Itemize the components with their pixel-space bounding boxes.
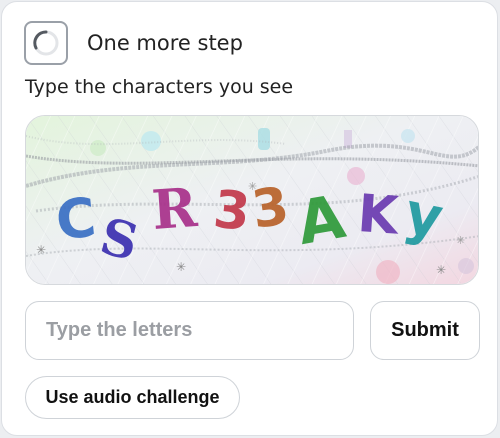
svg-text:✳: ✳ [436,263,446,277]
captcha-char-1: C [53,186,99,253]
loading-spinner-icon [24,21,68,65]
captcha-image: CSR33AKy ✳ ✳ ✳ ✳ ✳ [25,115,479,285]
captcha-char-3: R [150,175,200,242]
svg-text:✳: ✳ [456,234,465,247]
captcha-answer-input[interactable] [25,301,354,360]
header-title: One more step [87,31,243,55]
svg-text:✳: ✳ [248,180,257,193]
captcha-card: One more step Type the characters you se… [1,1,498,436]
captcha-header: One more step [24,21,243,65]
submit-button[interactable]: Submit [370,301,480,360]
audio-challenge-button[interactable]: Use audio challenge [25,376,240,419]
svg-text:✳: ✳ [176,260,186,274]
svg-text:✳: ✳ [36,243,46,257]
captcha-char-7: K [356,184,402,247]
captcha-char-4: 3 [211,180,253,243]
challenge-instruction: Type the characters you see [25,76,294,98]
